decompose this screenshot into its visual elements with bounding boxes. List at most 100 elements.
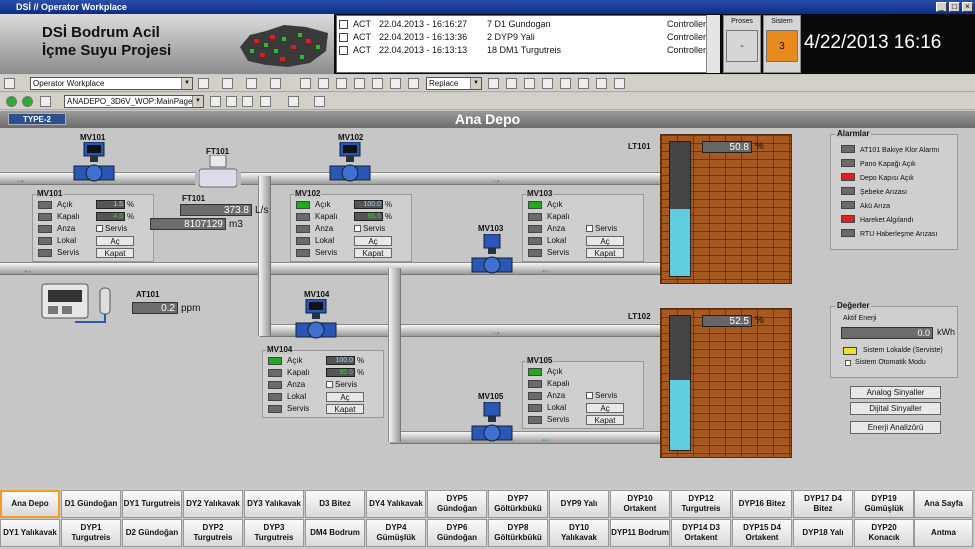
workplace-select[interactable]: Operator Workplace ▼ [30, 77, 193, 90]
mv102-kapat-button[interactable]: Kapat [354, 248, 392, 258]
nav-station-button[interactable]: DYP5 Gündoğan [427, 490, 487, 518]
back-arrow-icon[interactable] [6, 96, 17, 107]
nav-station-button[interactable]: DYP12 Turgutreis [671, 490, 731, 518]
nav-station-button[interactable]: DYP7 Göltürkbükü [488, 490, 548, 518]
trend-icon[interactable] [336, 78, 347, 89]
servis-checkbox[interactable]: Servis [586, 224, 617, 233]
nav-station-button[interactable]: DYP11 Bodrum [610, 519, 670, 547]
view-icon[interactable] [488, 78, 499, 89]
mv103-kapat-button[interactable]: Kapat [586, 248, 624, 258]
note-icon[interactable] [560, 78, 571, 89]
list-icon[interactable] [318, 78, 329, 89]
minimize-button[interactable]: _ [936, 2, 947, 12]
nav-station-button[interactable]: DYP9 Yalı [549, 490, 609, 518]
mv102-valve-icon[interactable] [328, 142, 372, 186]
ack-checkbox[interactable] [339, 46, 348, 55]
mv103-ac-button[interactable]: Aç [586, 236, 624, 246]
nav-forward-icon[interactable] [222, 78, 233, 89]
mv101-kapat-button[interactable]: Kapat [96, 248, 134, 258]
replace-select[interactable]: Replace ▼ [426, 77, 482, 90]
nav-station-button[interactable]: DY10 Yalıkavak [549, 519, 609, 547]
analog-signals-button[interactable]: Analog Sinyaller [850, 386, 941, 399]
alarm-list[interactable]: ACT 22.04.2013 - 16:16:27 7 D1 Gundogan Con… [336, 15, 720, 73]
nav-ana-sayfa-button[interactable]: Ana Sayfa [914, 490, 973, 518]
nav-station-button[interactable]: DYP8 Göltürkbükü [488, 519, 548, 547]
document-icon[interactable] [314, 96, 325, 107]
page-select[interactable]: ANADEPO_3D6V_WOP:MainPage ▼ [64, 95, 204, 108]
nav-station-button[interactable]: DY3 Yalıkavak [244, 490, 304, 518]
ack-checkbox[interactable] [339, 33, 348, 42]
page-icon[interactable] [40, 96, 51, 107]
open-icon[interactable] [210, 96, 221, 107]
nav-station-button[interactable]: DYP17 D4 Bitez [793, 490, 853, 518]
nav-station-button[interactable]: DYP14 D3 Ortakent [671, 519, 731, 547]
mv104-ac-button[interactable]: Aç [326, 392, 364, 402]
copy-icon[interactable] [270, 78, 281, 89]
maximize-button[interactable]: □ [949, 2, 960, 12]
nav-station-button[interactable]: D3 Bitez [305, 490, 365, 518]
frame-icon[interactable] [288, 96, 299, 107]
mv104-valve-icon[interactable] [294, 299, 338, 343]
help-icon[interactable] [578, 78, 589, 89]
mv101-ac-button[interactable]: Aç [96, 236, 134, 246]
mv105-valve-icon[interactable] [470, 402, 514, 446]
link-icon[interactable] [242, 96, 253, 107]
settings-icon[interactable] [614, 78, 625, 89]
window-icon[interactable] [596, 78, 607, 89]
alarm-icon[interactable] [354, 78, 365, 89]
nav-station-button[interactable]: DYP18 Yalı [793, 519, 853, 547]
nav-station-button[interactable]: DY2 Yalıkavak [183, 490, 243, 518]
nav-station-button[interactable]: DYP6 Gündoğan [427, 519, 487, 547]
search-icon[interactable] [300, 78, 311, 89]
nav-station-button[interactable]: D2 Gündoğan [122, 519, 182, 547]
nav-station-button[interactable]: D1 Gündoğan [61, 490, 121, 518]
layout-icon[interactable] [260, 96, 271, 107]
favorite-star-icon[interactable] [506, 78, 517, 89]
nav-station-button[interactable]: DYP4 Gümüşlük [366, 519, 426, 547]
nav-antma-button[interactable]: Antma [914, 519, 973, 547]
workplace-icon[interactable] [4, 78, 15, 89]
mv104-kapat-button[interactable]: Kapat [326, 404, 364, 414]
nav-station-button[interactable]: DYP16 Bitez [732, 490, 792, 518]
nav-station-button[interactable]: DYP10 Ortakent [610, 490, 670, 518]
nav-station-button[interactable]: DYP20 Konacık [854, 519, 914, 547]
alarm-list-scrollbar[interactable] [706, 15, 720, 73]
nav-station-button[interactable]: DY1 Yalıkavak [0, 519, 60, 547]
nav-station-button[interactable]: DY4 Yalıkavak [366, 490, 426, 518]
mv101-valve-icon[interactable] [72, 142, 116, 186]
nav-back-icon[interactable] [198, 78, 209, 89]
print-icon[interactable] [246, 78, 257, 89]
alarm-row[interactable]: ACT 22.04.2013 - 16:16:27 7 D1 Gundogan Con… [337, 18, 716, 31]
energy-analyzer-button[interactable]: Enerji Analizörü [850, 421, 941, 434]
nav-station-button[interactable]: DYP19 Gümüşlük [854, 490, 914, 518]
auto-mode-checkbox[interactable] [845, 360, 851, 366]
nav-station-button[interactable]: DYP3 Turgutreis [244, 519, 304, 547]
mv102-ac-button[interactable]: Aç [354, 236, 392, 246]
graph-icon[interactable] [390, 78, 401, 89]
nav-station-button[interactable]: DYP2 Turgutreis [183, 519, 243, 547]
servis-checkbox[interactable]: Servis [326, 380, 357, 389]
alarm-row[interactable]: ACT 22.04.2013 - 16:13:13 18 DM1 Turgutrei… [337, 44, 716, 57]
user-icon[interactable] [542, 78, 553, 89]
ack-checkbox[interactable] [339, 20, 348, 29]
lock-icon[interactable] [524, 78, 535, 89]
servis-checkbox[interactable]: Servis [96, 224, 127, 233]
refresh-icon[interactable] [226, 96, 237, 107]
nav-station-button[interactable]: DY1 Turgutreis [122, 490, 182, 518]
nav-station-button[interactable]: DM4 Bodrum [305, 519, 365, 547]
nav-station-button[interactable]: DYP1 Turgutreis [61, 519, 121, 547]
alarm-indicator-label: Akü Arıza [860, 203, 890, 210]
nav-station-button[interactable]: DYP15 D4 Ortakent [732, 519, 792, 547]
digital-signals-button[interactable]: Dijital Sinyaller [850, 402, 941, 415]
close-button[interactable]: × [962, 2, 973, 12]
servis-checkbox[interactable]: Servis [586, 391, 617, 400]
nav-station-button[interactable]: Ana Depo [0, 490, 60, 518]
tools-icon[interactable] [408, 78, 419, 89]
servis-checkbox[interactable]: Servis [354, 224, 385, 233]
mv105-ac-button[interactable]: Aç [586, 403, 624, 413]
event-icon[interactable] [372, 78, 383, 89]
mv103-valve-icon[interactable] [470, 234, 514, 278]
forward-arrow-icon[interactable] [22, 96, 33, 107]
mv105-kapat-button[interactable]: Kapat [586, 415, 624, 425]
alarm-row[interactable]: ACT 22.04.2013 - 16:13:36 2 DYP9 Yali Contr… [337, 31, 716, 44]
